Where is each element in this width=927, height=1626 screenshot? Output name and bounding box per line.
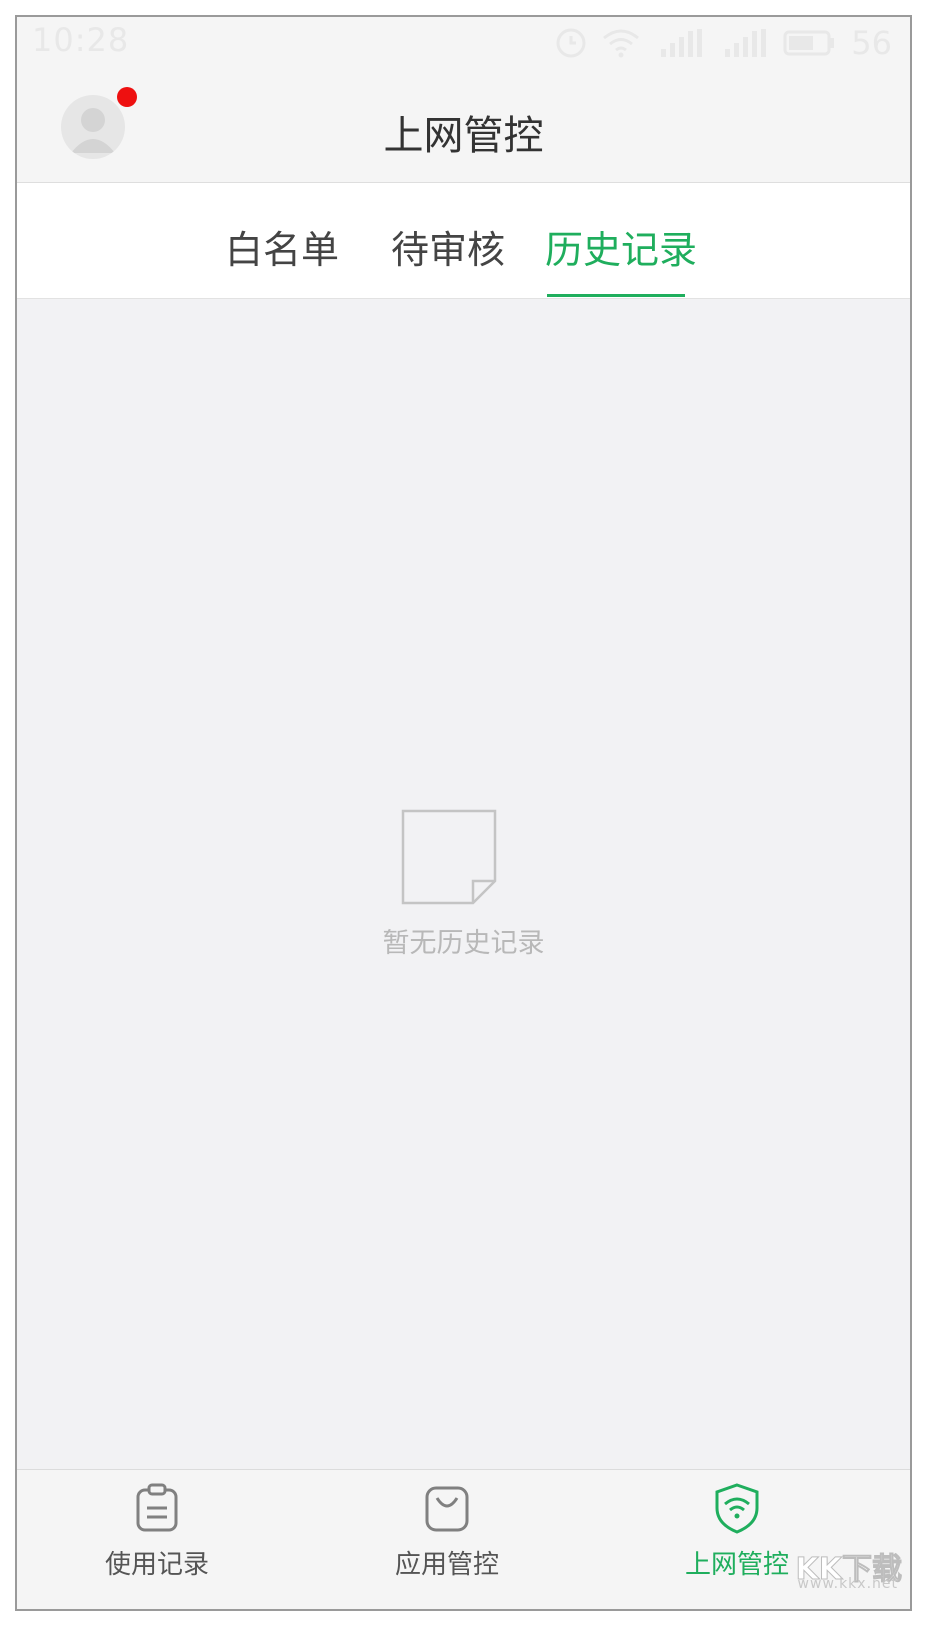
- shield-wifi-icon: [715, 1483, 759, 1534]
- wifi-icon: [603, 29, 640, 58]
- watermark-site: www.kkx.net: [797, 1576, 898, 1592]
- empty-state-message: 暂无历史记录: [382, 928, 545, 959]
- nav-app-control[interactable]: 应用管控: [347, 1480, 547, 1600]
- nav-label: 使用记录: [104, 1550, 209, 1580]
- battery-icon: [783, 30, 835, 56]
- status-time: 10:28: [32, 21, 130, 59]
- phone-screen: 10:28 56 上网管控 白名单 待审核 历史记录 暂无历史记录 使用记录 应…: [15, 15, 912, 1611]
- tab-pending-review[interactable]: 待审核: [391, 219, 505, 274]
- page-title: 上网管控: [383, 113, 544, 159]
- bottom-nav: 使用记录 应用管控 上网管控 KK下载 www.kkx.net: [17, 1469, 910, 1609]
- blank-document-icon: [401, 809, 497, 905]
- shopping-bag-icon: [425, 1486, 469, 1532]
- tab-history[interactable]: 历史记录: [545, 219, 697, 274]
- active-tab-indicator: [547, 294, 685, 297]
- alarm-icon: [556, 28, 586, 58]
- nav-label: 应用管控: [394, 1550, 499, 1580]
- battery-level: 56: [851, 24, 892, 62]
- tab-bar: 白名单 待审核 历史记录: [17, 183, 910, 299]
- app-header: 上网管控: [17, 67, 910, 183]
- content-area: 暂无历史记录: [17, 299, 910, 1469]
- status-icons: 56: [555, 23, 892, 63]
- signal-icon: [725, 29, 767, 57]
- nav-usage-records[interactable]: 使用记录: [57, 1480, 257, 1600]
- tab-whitelist[interactable]: 白名单: [225, 219, 339, 274]
- signal-icon: [661, 29, 703, 57]
- status-bar: 10:28 56: [17, 17, 910, 67]
- clipboard-icon: [136, 1483, 178, 1532]
